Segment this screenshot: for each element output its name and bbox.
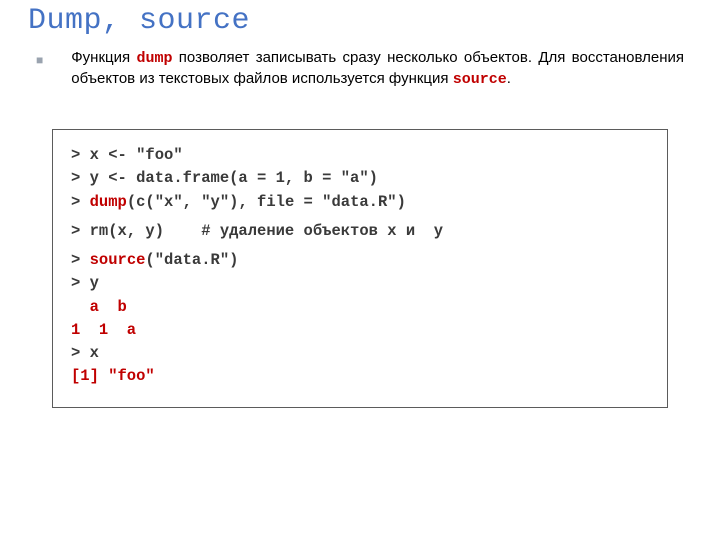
code-line: > x [71,342,649,365]
code-text: ("data.R") [145,251,238,269]
bullet-icon: ■ [36,50,43,70]
code-output: [1] "foo" [71,365,649,388]
code-text: (c("x", "y"), file = "data.R") [127,193,406,211]
code-line: > rm(x, y) # удаление объектов x и y [71,220,649,243]
code-line: > y <- data.frame(a = 1, b = "a") [71,167,649,190]
code-output: 1 1 a [71,319,649,342]
keyword-source: source [453,71,507,88]
keyword-dump: dump [136,50,172,67]
code-line: > y [71,272,649,295]
text: . [507,70,511,87]
code-text: > [71,193,90,211]
code-text: > [71,251,90,269]
code-line: > dump(c("x", "y"), file = "data.R") [71,191,649,214]
bullet-item: ■ Функция dump позволяет записывать сраз… [36,48,684,89]
code-block: > x <- "foo" > y <- data.frame(a = 1, b … [52,129,668,408]
code-line: > source("data.R") [71,249,649,272]
code-keyword: dump [90,193,127,211]
code-output: a b [71,296,649,319]
slide-paragraph: Функция dump позволяет записывать сразу … [71,48,684,89]
slide: Dump, source ■ Функция dump позволяет за… [0,0,720,408]
code-keyword: source [90,251,146,269]
slide-title: Dump, source [28,4,692,38]
text: Функция [71,49,136,66]
code-line: > x <- "foo" [71,144,649,167]
